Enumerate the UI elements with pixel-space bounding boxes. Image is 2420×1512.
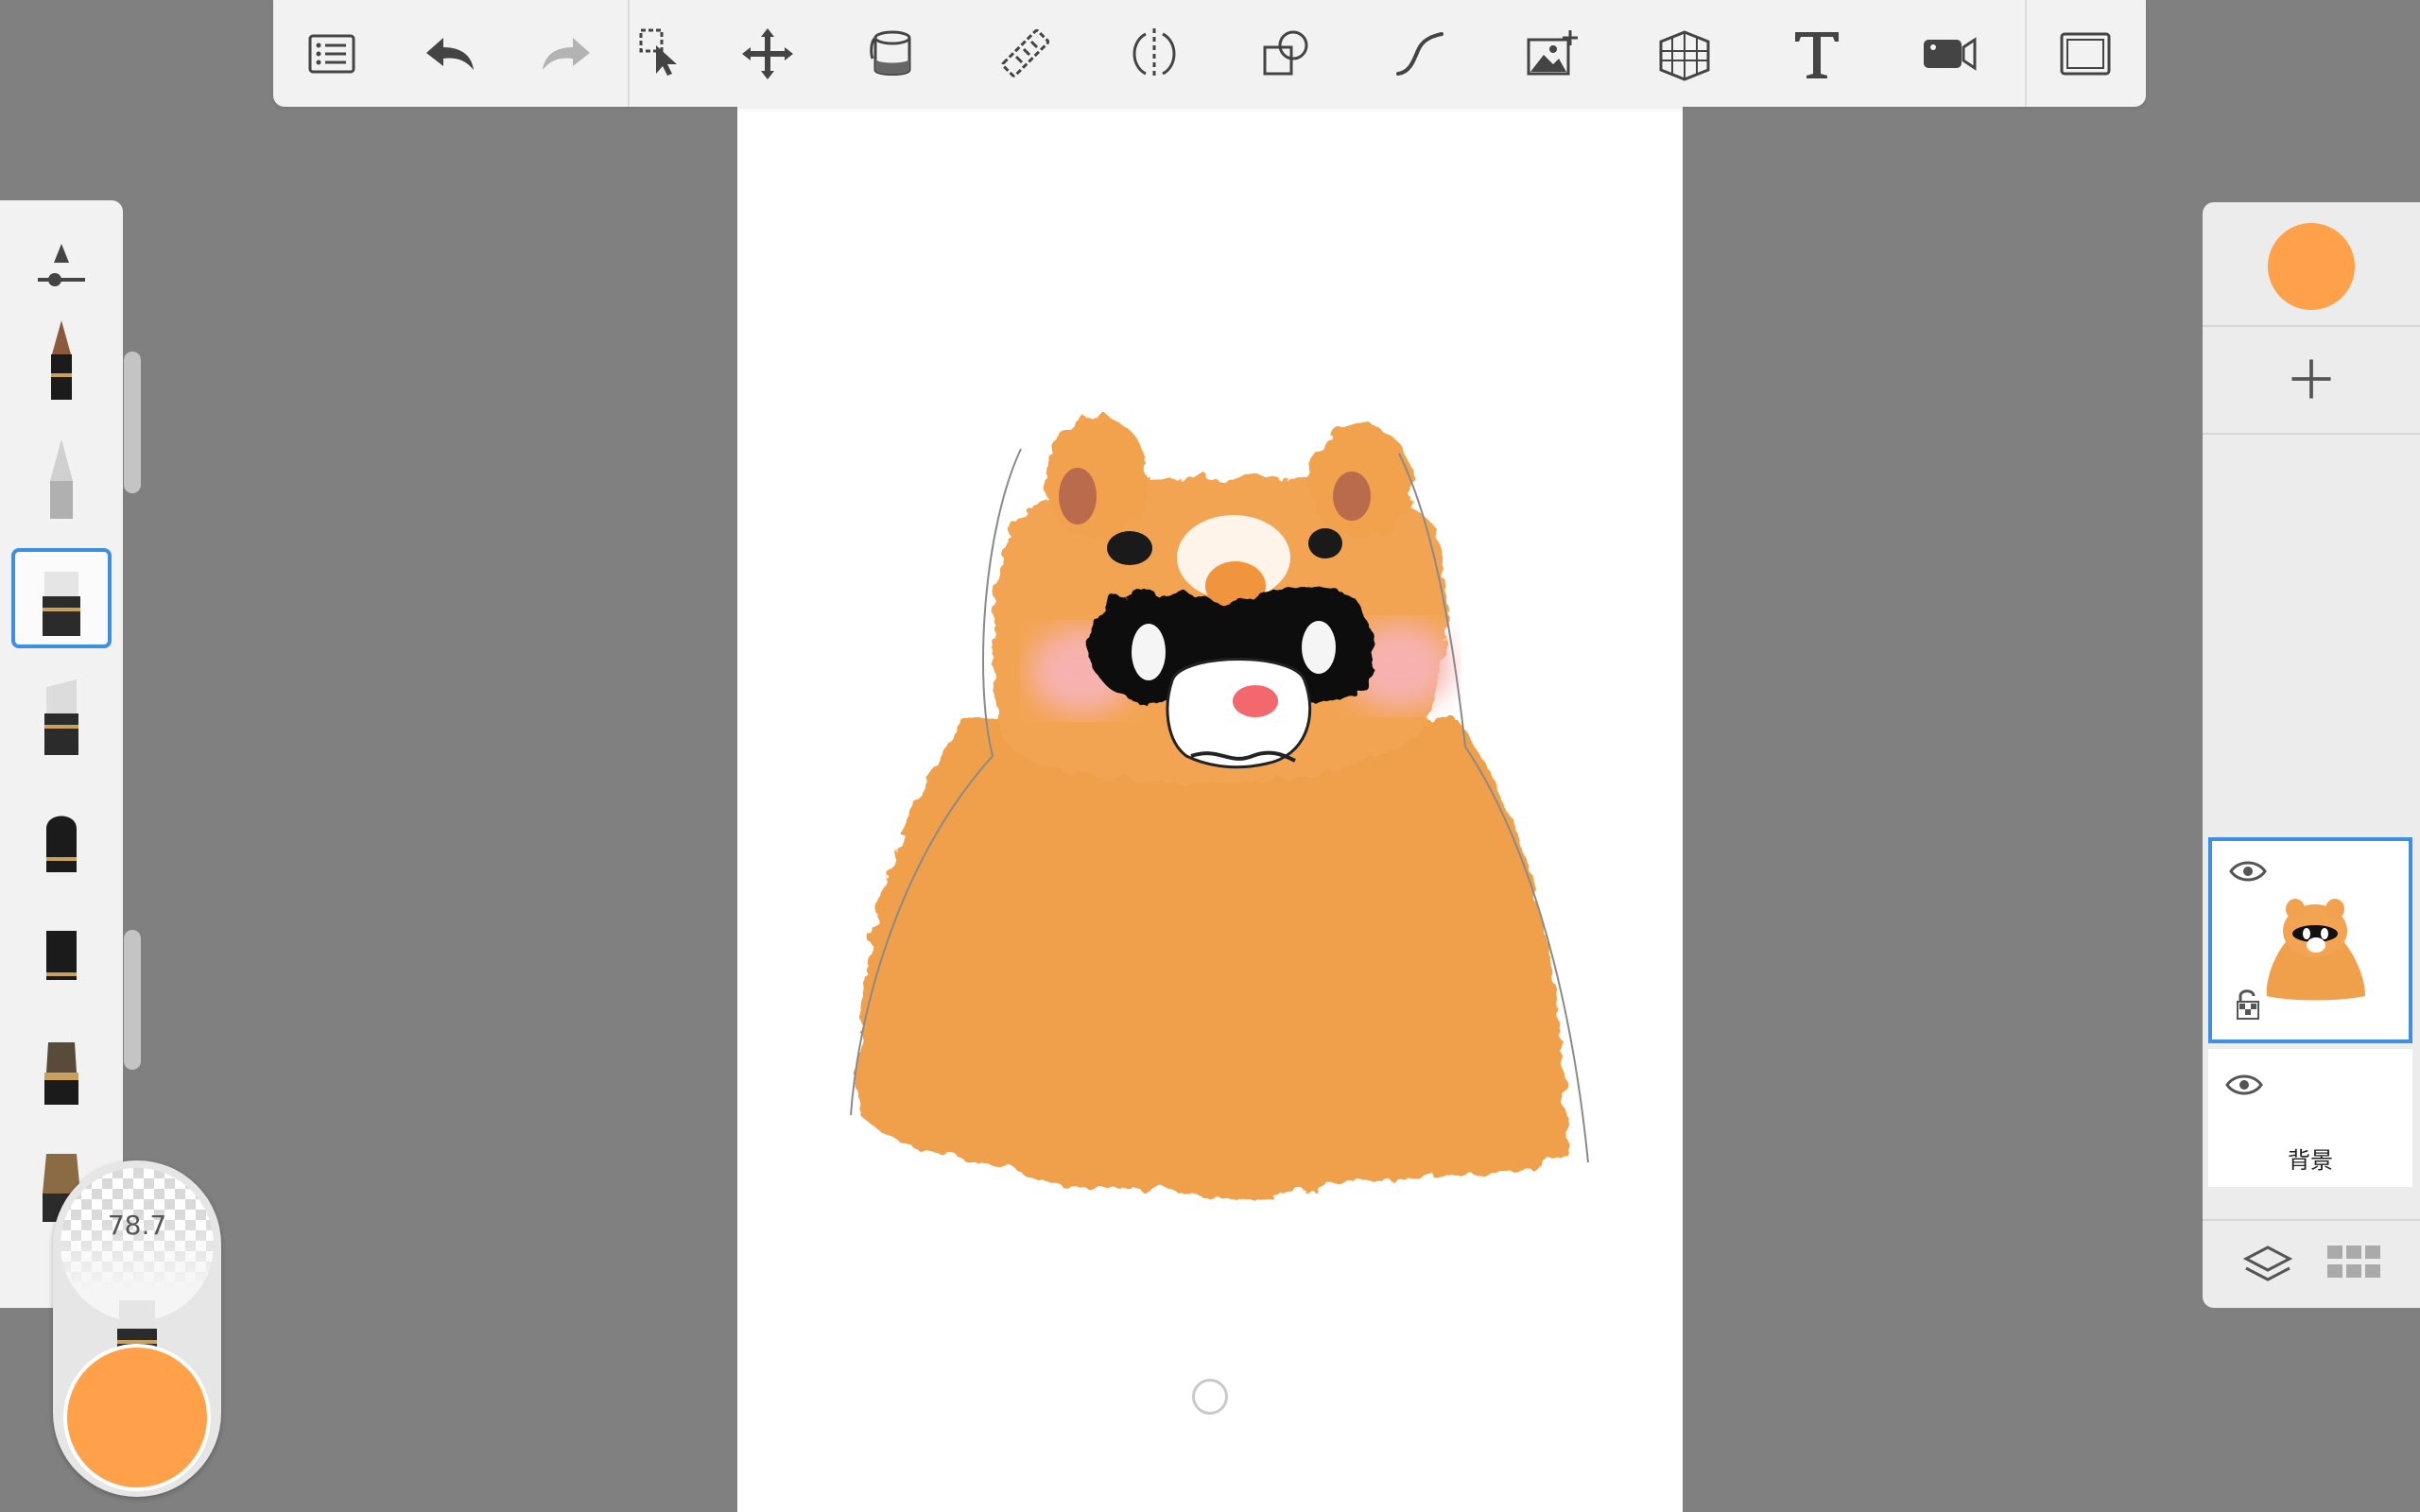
stroke-curve-icon[interactable] bbox=[1385, 19, 1455, 89]
eye-icon[interactable] bbox=[2225, 1072, 2263, 1098]
layers-panel: 背景 bbox=[2203, 202, 2420, 1308]
airbrush-brush-icon[interactable] bbox=[11, 786, 112, 886]
brush-panel bbox=[0, 200, 123, 1308]
fullscreen-icon[interactable] bbox=[2050, 19, 2120, 89]
chisel-brush-icon[interactable] bbox=[11, 902, 112, 1002]
layer-color-swatch[interactable] bbox=[2268, 223, 2355, 310]
add-layer-button[interactable] bbox=[2276, 344, 2346, 414]
perspective-grid-icon[interactable] bbox=[1650, 19, 1720, 89]
layer-thumbnail bbox=[2266, 899, 2365, 1001]
paintbrush-brush-icon[interactable] bbox=[11, 1019, 112, 1119]
marker-brush-icon[interactable] bbox=[11, 548, 112, 648]
brush-panel-scrollbar-lower[interactable] bbox=[124, 930, 141, 1070]
redo-icon[interactable] bbox=[531, 19, 601, 89]
time-lapse-icon[interactable] bbox=[1914, 19, 1984, 89]
grid-icon[interactable] bbox=[2325, 1242, 2382, 1283]
marker-alt-brush-icon[interactable] bbox=[11, 667, 112, 767]
pencil-brush-icon[interactable] bbox=[11, 312, 112, 412]
layer-name-background: 背景 bbox=[2288, 1147, 2333, 1174]
layers-footer bbox=[2203, 1223, 2420, 1308]
brush-panel-scrollbar[interactable] bbox=[124, 352, 141, 493]
canvas-loading-icon bbox=[1192, 1379, 1228, 1415]
plus-icon bbox=[2291, 359, 2331, 399]
brush-settings-icon[interactable] bbox=[11, 215, 112, 316]
ruler-icon[interactable] bbox=[990, 19, 1060, 89]
drawing-canvas[interactable] bbox=[737, 0, 1683, 1512]
layer-item-drawing[interactable] bbox=[2208, 837, 2412, 1043]
selection-icon[interactable] bbox=[628, 19, 698, 89]
add-image-icon[interactable] bbox=[1517, 19, 1587, 89]
alpha-lock-icon[interactable] bbox=[2235, 987, 2261, 1021]
fill-bucket-icon[interactable] bbox=[856, 19, 925, 89]
size-color-puck[interactable]: 78.7 bbox=[53, 1160, 221, 1497]
layers-icon[interactable] bbox=[2242, 1242, 2293, 1287]
undo-icon[interactable] bbox=[415, 19, 485, 89]
bear-drawing bbox=[850, 416, 1589, 1197]
text-icon[interactable] bbox=[1782, 19, 1852, 89]
transform-icon[interactable] bbox=[733, 19, 803, 89]
current-color-swatch[interactable] bbox=[63, 1344, 211, 1491]
fineliner-brush-icon[interactable] bbox=[11, 429, 112, 529]
shapes-icon[interactable] bbox=[1252, 19, 1322, 89]
list-icon[interactable] bbox=[297, 19, 367, 89]
layer-item-background[interactable]: 背景 bbox=[2208, 1049, 2412, 1187]
top-toolbar bbox=[273, 0, 2146, 107]
symmetry-icon[interactable] bbox=[1119, 19, 1189, 89]
